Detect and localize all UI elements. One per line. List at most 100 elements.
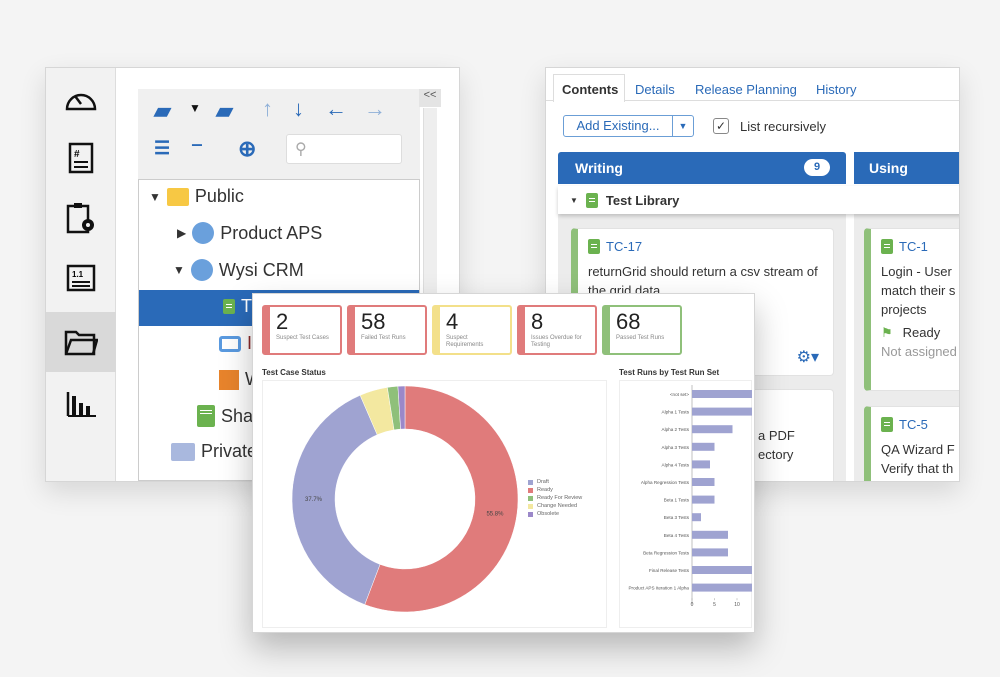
- move-up-icon[interactable]: ↑: [262, 96, 273, 122]
- metric-value: 2: [276, 309, 289, 334]
- x-tick-label: 10: [734, 602, 740, 608]
- legend-item: Change Needed: [528, 502, 582, 510]
- legend-item: Obsolete: [528, 510, 582, 518]
- test-case-icon: [881, 239, 893, 254]
- test-library-icon: [223, 299, 235, 314]
- legend-item: Ready For Review: [528, 494, 582, 502]
- column-header-using: Using: [854, 152, 959, 184]
- metric-label: Issues Overdue for Testing: [531, 335, 582, 348]
- bar[interactable]: [692, 583, 752, 592]
- gear-menu-icon[interactable]: ⚙▾: [797, 348, 819, 367]
- bar[interactable]: [692, 566, 752, 574]
- bar[interactable]: [692, 548, 728, 557]
- bar[interactable]: [692, 390, 752, 398]
- test-case-card[interactable]: TC-1 Login - User match their s projects…: [864, 228, 959, 391]
- category-label: Alpha 4 Tests: [662, 462, 690, 467]
- inbox-icon: [219, 335, 241, 352]
- metric-label: Suspect Requirements: [446, 335, 484, 348]
- count-badge: 9: [804, 159, 830, 176]
- new-folder-icon[interactable]: ▰: [154, 98, 171, 124]
- tree-search-input[interactable]: ⚲: [286, 134, 402, 164]
- test-case-icon: [881, 417, 893, 432]
- category-label: Final Release Tests: [649, 568, 690, 573]
- metric-value: 58: [361, 309, 386, 334]
- tab-release-planning[interactable]: Release Planning: [695, 82, 797, 97]
- metric-value: 68: [616, 309, 641, 334]
- bar[interactable]: [692, 442, 715, 451]
- bar[interactable]: [692, 495, 715, 504]
- tree-item-private[interactable]: Private: [171, 441, 257, 462]
- bar[interactable]: [692, 425, 733, 434]
- legend-label: Ready For Review: [537, 495, 583, 501]
- tree-item-public[interactable]: ▼ Public: [149, 186, 244, 207]
- metric-card[interactable]: 2 Suspect Test Cases: [262, 305, 342, 355]
- reports-icon[interactable]: [46, 374, 116, 434]
- tree-item-test-library[interactable]: T: [223, 296, 252, 317]
- tab-contents[interactable]: Contents: [553, 74, 625, 102]
- search-icon: ⚲: [295, 141, 307, 158]
- bar[interactable]: [692, 407, 752, 416]
- folder-icon: [171, 442, 195, 461]
- metric-card[interactable]: 58 Failed Test Runs: [347, 305, 427, 355]
- list-recursively-checkbox[interactable]: ✓: [713, 118, 729, 134]
- flag-icon: ⚑: [881, 325, 893, 340]
- legend-label: Draft: [537, 479, 549, 485]
- outdent-icon[interactable]: ←: [325, 96, 347, 122]
- metric-value: 8: [531, 309, 544, 334]
- move-down-icon[interactable]: ↓: [293, 96, 304, 122]
- expand-all-icon[interactable]: ☰: [154, 138, 170, 159]
- legend-swatch: [528, 495, 533, 501]
- delete-folder-icon[interactable]: ▰: [216, 98, 233, 124]
- legend-swatch: [528, 479, 533, 485]
- category-label: Alpha 2 Tests: [662, 427, 690, 432]
- bar[interactable]: [692, 530, 728, 539]
- metric-label: Suspect Test Cases: [276, 335, 329, 341]
- test-steps-icon[interactable]: 1.1: [46, 248, 116, 308]
- category-label: Beta 4 Tests: [664, 533, 690, 538]
- metric-card[interactable]: 8 Issues Overdue for Testing: [517, 305, 597, 355]
- list-recursively-label: List recursively: [740, 119, 826, 134]
- collapse-panel-button[interactable]: <<: [419, 89, 441, 107]
- x-tick-label: 0: [691, 602, 694, 608]
- category-label: Alpha 1 Tests: [662, 410, 690, 415]
- add-existing-button[interactable]: Add Existing...: [563, 115, 673, 137]
- category-label: Alpha Regression Tests: [641, 480, 690, 485]
- metric-card[interactable]: 68 Passed Test Runs: [602, 305, 682, 355]
- category-label: Beta Regression Tests: [643, 550, 690, 555]
- test-case-card[interactable]: TC-5 QA Wizard F Verify that th: [864, 406, 959, 481]
- requirements-icon[interactable]: #: [46, 128, 116, 188]
- add-existing-dropdown[interactable]: ▼: [672, 115, 694, 137]
- metric-label: Failed Test Runs: [361, 335, 406, 341]
- tree-item-wysi-crm[interactable]: ▼ Wysi CRM: [173, 259, 304, 281]
- bar-chart: <not set> Alpha 1 Tests Alpha 2 Tests Alpha…: [628, 385, 752, 608]
- folder-icon: [166, 187, 189, 206]
- legend-swatch: [528, 511, 533, 517]
- folder-icon[interactable]: [46, 312, 116, 372]
- category-label: <not set>: [670, 392, 689, 397]
- tree-item-inbox[interactable]: I: [219, 333, 252, 354]
- group-header-test-library[interactable]: ▼ Test Library: [558, 186, 959, 214]
- x-tick-label: 5: [713, 602, 716, 608]
- metric-value: 4: [446, 309, 459, 334]
- category-label: Beta 1 Tests: [664, 498, 690, 503]
- locate-icon[interactable]: ⊕: [238, 136, 256, 162]
- svg-text:1.1: 1.1: [72, 270, 84, 279]
- column-header-writing: Writing 9: [558, 152, 846, 184]
- indent-icon[interactable]: →: [364, 96, 386, 122]
- tab-details[interactable]: Details: [635, 82, 675, 97]
- icon-sidebar: # 1.1: [46, 68, 116, 481]
- bar[interactable]: [692, 513, 701, 522]
- dropdown-caret-icon[interactable]: ▼: [189, 101, 201, 115]
- tab-history[interactable]: History: [816, 82, 856, 97]
- metric-card[interactable]: 4 Suspect Requirements: [432, 305, 512, 355]
- dashboard-icon[interactable]: [46, 68, 116, 128]
- bar[interactable]: [692, 460, 710, 469]
- tree-item-product-aps[interactable]: ▶ Product APS: [177, 222, 322, 244]
- bar-chart-title: Test Runs by Test Run Set: [619, 368, 720, 377]
- legend-swatch: [528, 503, 533, 509]
- tree-item-shared[interactable]: Sha: [197, 405, 253, 427]
- collapse-all-icon[interactable]: ‒: [192, 134, 202, 155]
- bar[interactable]: [692, 478, 715, 486]
- legend-label: Change Needed: [537, 503, 578, 509]
- test-config-icon[interactable]: [46, 188, 116, 248]
